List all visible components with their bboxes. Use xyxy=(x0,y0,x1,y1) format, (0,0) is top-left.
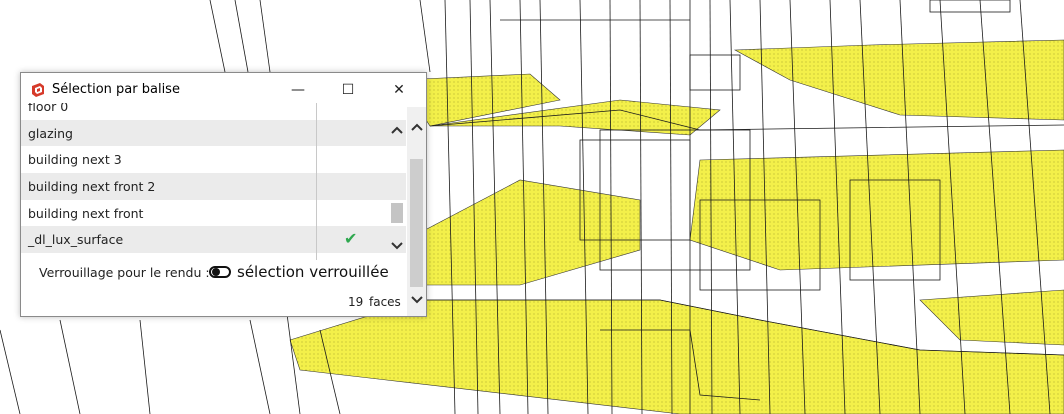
maximize-icon: ☐ xyxy=(341,82,355,98)
dialog-titlebar[interactable]: Sélection par balise — ☐ ✕ xyxy=(21,73,426,107)
minimize-icon: — xyxy=(291,82,305,98)
sketchup-logo-icon xyxy=(32,83,44,97)
tag-name: building next 3 xyxy=(28,152,122,168)
toggle-knob xyxy=(212,268,220,276)
face-count: 19 xyxy=(348,295,364,309)
tag-row[interactable]: floor 0 xyxy=(21,103,406,120)
tag-name: floor 0 xyxy=(28,103,69,114)
tag-name: glazing xyxy=(28,125,73,141)
close-button[interactable]: ✕ xyxy=(376,73,422,107)
lock-state-text: sélection verrouillée xyxy=(237,263,389,281)
tag-selection-dialog: Sélection par balise — ☐ ✕ floor 0 glazi… xyxy=(20,72,427,317)
tag-name: building next front 2 xyxy=(28,179,156,195)
render-lock-toggle[interactable] xyxy=(209,266,231,278)
dialog-title: Sélection par balise xyxy=(52,82,180,97)
minimize-button[interactable]: — xyxy=(275,73,321,107)
dialog-scrollbar[interactable] xyxy=(407,107,426,316)
checkmark-icon[interactable]: ✔ xyxy=(344,229,357,248)
tag-row[interactable]: glazing xyxy=(21,119,406,147)
chevron-down-icon[interactable] xyxy=(407,290,426,310)
list-scrollbar[interactable] xyxy=(387,103,406,260)
tag-row[interactable]: building next front xyxy=(21,199,406,227)
close-icon: ✕ xyxy=(393,82,405,98)
chevron-down-icon[interactable] xyxy=(387,237,406,255)
list-scroll-thumb[interactable] xyxy=(391,203,403,223)
tag-row[interactable]: building next front 2 xyxy=(21,173,406,200)
column-divider xyxy=(316,103,317,260)
tag-row-selected[interactable]: _dl_lux_surface ✔ xyxy=(21,226,406,254)
chevron-up-icon[interactable] xyxy=(407,117,426,137)
tag-name: _dl_lux_surface xyxy=(28,232,124,248)
render-lock-label: Verrouillage pour le rendu : xyxy=(39,265,210,280)
maximize-button[interactable]: ☐ xyxy=(325,73,371,107)
tag-row[interactable]: building next 3 xyxy=(21,146,406,174)
tag-name: building next front xyxy=(28,205,144,221)
face-count-unit: faces xyxy=(369,295,401,309)
chevron-up-icon[interactable] xyxy=(387,121,406,139)
dialog-scroll-thumb[interactable] xyxy=(410,159,423,287)
tag-list: floor 0 glazing building next 3 building… xyxy=(21,103,406,260)
